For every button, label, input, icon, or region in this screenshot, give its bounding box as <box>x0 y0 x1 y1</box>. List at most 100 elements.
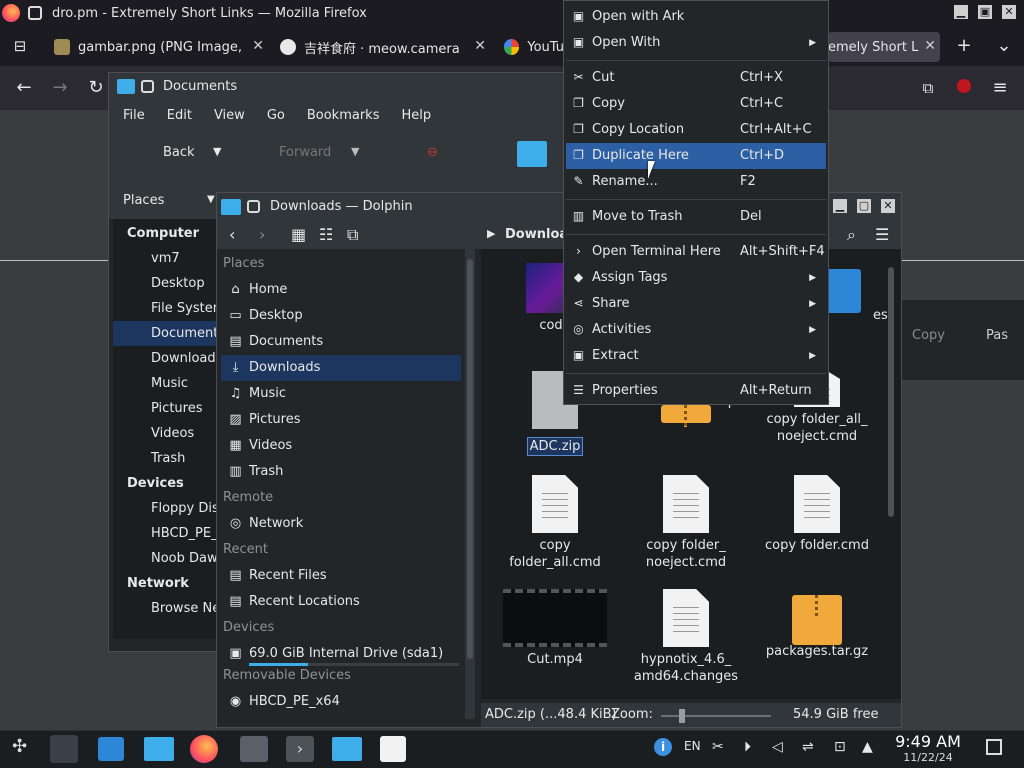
sidebar-item[interactable]: Downloads <box>113 346 225 371</box>
forward-chevron-icon[interactable]: › <box>259 225 265 244</box>
menu-item[interactable]: ▣ Open With ▶ <box>566 30 826 56</box>
dolphin-task-icon[interactable] <box>144 737 174 761</box>
file-item[interactable]: packages.tar.gz <box>755 589 879 660</box>
copy-page-button[interactable]: Copy <box>912 328 945 343</box>
menu-item[interactable]: ▣ Extract ▶ <box>566 343 826 369</box>
file-item[interactable]: copy folder.cmd <box>755 475 879 554</box>
file-item[interactable]: copy folder_all.cmd <box>493 475 617 571</box>
sidebar-item[interactable]: Videos <box>113 421 225 446</box>
menu-bookmarks[interactable]: Bookmarks <box>307 108 380 123</box>
menu-item[interactable]: ☰ Properties Alt+Return <box>566 378 826 404</box>
sidebar-item[interactable]: Noob Daw <box>113 546 225 571</box>
keyboard-layout[interactable]: EN <box>684 739 701 753</box>
places-item[interactable]: ▦ Videos <box>221 433 461 459</box>
search-icon[interactable]: ⌕ <box>847 225 856 245</box>
zoom-slider-handle[interactable] <box>679 709 685 723</box>
volume-icon[interactable]: ◁ <box>772 739 783 755</box>
scrollbar-thumb[interactable] <box>467 259 473 659</box>
menu-item[interactable]: ❐ Duplicate Here Ctrl+D <box>566 143 826 169</box>
places-item[interactable]: ⤓ Downloads <box>221 355 461 381</box>
tab-dro-pm[interactable]: emely Short L ✕ <box>828 32 940 62</box>
sidebar-item[interactable]: File System <box>113 296 225 321</box>
places-item[interactable]: ▤ Recent Files <box>221 563 461 589</box>
menu-item[interactable]: › Open Terminal Here Alt+Shift+F4 <box>566 239 826 265</box>
sidebar-item[interactable]: Browse Ne <box>113 596 225 621</box>
new-tab-button[interactable]: + <box>950 32 978 60</box>
window-menu-icon[interactable] <box>247 200 260 213</box>
back-chevron-icon[interactable]: ‹ <box>229 225 235 244</box>
firefox-task-icon[interactable] <box>190 735 218 763</box>
menu-item[interactable]: ✎ Rename... F2 <box>566 169 826 195</box>
zoom-slider[interactable] <box>661 709 771 723</box>
menu-item[interactable]: ❐ Copy Location Ctrl+Alt+C <box>566 117 826 143</box>
places-item[interactable]: ▥ Trash <box>221 459 461 485</box>
media-play-icon[interactable]: ⏵ <box>744 739 751 755</box>
chevron-down-icon[interactable]: ▼ <box>207 194 215 205</box>
hamburger-menu-icon[interactable]: ≡ <box>986 74 1014 102</box>
tab-close-icon[interactable]: ✕ <box>924 38 936 54</box>
sidebar-item[interactable]: vm7 <box>113 246 225 271</box>
stop-icon[interactable]: ⊖ <box>427 145 438 160</box>
tab-overview-icon[interactable]: ⊟ <box>6 32 34 60</box>
places-item[interactable]: ⌂ Home <box>221 277 461 303</box>
chevron-down-icon[interactable]: ▼ <box>351 145 359 158</box>
paste-page-button[interactable]: Pas <box>986 328 1008 343</box>
documents-task-icon[interactable] <box>332 737 362 761</box>
maximize-icon[interactable]: ▢ <box>857 199 871 213</box>
places-item[interactable]: ▤ Documents <box>221 329 461 355</box>
scrollbar-thumb[interactable] <box>888 267 894 517</box>
menu-item[interactable]: ❐ Copy Ctrl+C <box>566 91 826 117</box>
menu-help[interactable]: Help <box>401 108 431 123</box>
menu-file[interactable]: File <box>123 108 145 123</box>
menu-item[interactable]: ✂ Cut Ctrl+X <box>566 65 826 91</box>
usb-icon[interactable]: ⇌ <box>802 739 814 755</box>
menu-item[interactable]: ◆ Assign Tags ▶ <box>566 265 826 291</box>
back-arrow-icon[interactable]: ← <box>10 74 38 102</box>
places-item[interactable]: ◎ Network <box>221 511 461 537</box>
close-icon[interactable]: ✕ <box>881 199 895 213</box>
menu-go[interactable]: Go <box>267 108 285 123</box>
sidebar-item[interactable]: Music <box>113 371 225 396</box>
sidebar-item[interactable]: Floppy Dis <box>113 496 225 521</box>
sidebar-item[interactable]: Documents <box>113 321 225 346</box>
extensions-icon[interactable]: ⧉ <box>914 74 942 102</box>
menu-item[interactable]: ▥ Move to Trash Del <box>566 204 826 230</box>
app-launcher-icon[interactable]: ✣ <box>12 736 27 762</box>
hamburger-menu-icon[interactable]: ☰ <box>875 225 889 244</box>
maximize-icon[interactable]: ▣ <box>978 5 992 19</box>
reload-icon[interactable]: ↻ <box>82 74 110 102</box>
window-menu-icon[interactable] <box>141 80 154 93</box>
back-button[interactable]: Back <box>163 145 195 160</box>
discover-icon[interactable] <box>98 737 124 761</box>
chevron-down-icon[interactable]: ▼ <box>213 145 221 158</box>
forward-arrow-icon[interactable]: → <box>46 74 74 102</box>
file-item[interactable]: Cut.mp4 <box>493 589 617 668</box>
pager-icon[interactable] <box>50 735 78 763</box>
sidebar-item[interactable]: HBCD_PE_ <box>113 521 225 546</box>
file-item[interactable]: copy folder_ noeject.cmd <box>624 475 748 571</box>
details-view-icon[interactable]: ⧉ <box>347 225 358 245</box>
sidebar-item[interactable]: Trash <box>113 446 225 471</box>
terminal-task-icon[interactable]: › <box>286 736 314 762</box>
list-tabs-button[interactable]: ⌄ <box>990 32 1018 60</box>
places-item[interactable]: ▤ Recent Locations <box>221 589 461 615</box>
minimize-icon[interactable]: ▁ <box>833 199 847 213</box>
tab-close-icon[interactable]: ✕ <box>252 38 264 54</box>
menu-view[interactable]: View <box>214 108 245 123</box>
scissors-icon[interactable]: ✂ <box>712 739 724 755</box>
places-item[interactable]: ▨ Pictures <box>221 407 461 433</box>
clock[interactable]: 9:49 AM 11/22/24 <box>886 732 970 764</box>
places-item[interactable]: ◉ HBCD_PE_x64 <box>221 689 461 715</box>
expand-tray-icon[interactable]: ▲ <box>862 739 873 755</box>
menu-edit[interactable]: Edit <box>167 108 192 123</box>
tab-gambar[interactable]: gambar.png (PNG Image, ✕ <box>54 32 268 62</box>
file-item[interactable]: hypnotix_4.6_ amd64.changes <box>624 589 748 685</box>
show-desktop-icon[interactable] <box>986 739 1002 755</box>
tab-close-icon[interactable]: ✕ <box>474 38 486 54</box>
places-scrollbar[interactable] <box>465 249 475 719</box>
menu-item[interactable]: ⋖ Share ▶ <box>566 291 826 317</box>
sidebar-item[interactable]: Desktop <box>113 271 225 296</box>
network-icon[interactable]: ⊡ <box>834 739 846 755</box>
close-icon[interactable]: ✕ <box>1002 5 1016 19</box>
tab-youtube[interactable]: YouTu <box>504 32 564 62</box>
